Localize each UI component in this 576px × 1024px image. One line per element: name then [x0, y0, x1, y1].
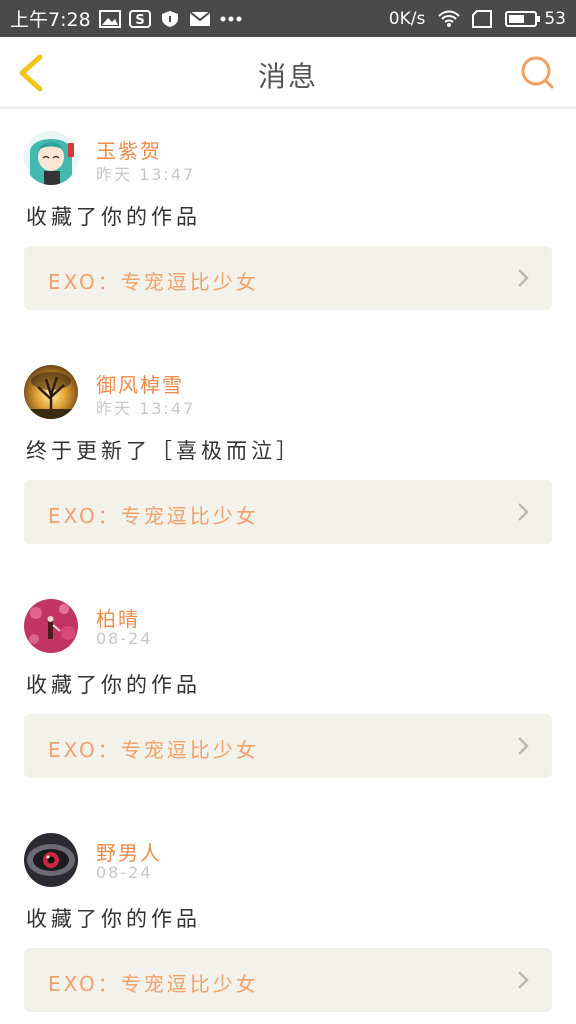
- work-link[interactable]: EXO：专宠逗比少女: [24, 246, 552, 310]
- work-link[interactable]: EXO：专宠逗比少女: [24, 480, 552, 544]
- anime-girl-avatar-icon: [24, 131, 78, 185]
- timestamp: 昨天 13:47: [96, 165, 196, 184]
- timestamp: 08-24: [96, 863, 153, 882]
- svg-text:S: S: [135, 13, 144, 28]
- message-text: 收藏了你的作品: [26, 907, 201, 931]
- wifi-icon: [437, 10, 461, 28]
- chevron-right-icon: [518, 971, 529, 989]
- battery-level: 53: [544, 8, 566, 29]
- pink-bokeh-avatar-icon: [24, 599, 78, 653]
- page-title: 消息: [257, 60, 318, 93]
- message-text: 收藏了你的作品: [26, 673, 201, 697]
- work-title: EXO：专宠逗比少女: [48, 972, 259, 996]
- sunset-tree-avatar-icon: [24, 365, 78, 419]
- chevron-right-icon: [518, 269, 529, 287]
- search-icon: [521, 56, 554, 89]
- avatar[interactable]: [24, 833, 78, 887]
- notification-card: 御风棹雪 昨天 13:47 终于更新了［喜极而泣］ EXO：专宠逗比少女: [0, 343, 576, 577]
- status-bar-left: 上午7:28 S: [10, 0, 242, 37]
- notification-card: 野男人 08-24 收藏了你的作品 EXO：专宠逗比少女: [0, 811, 576, 1024]
- message-text: 收藏了你的作品: [26, 205, 201, 229]
- status-time: 上午7:28: [10, 9, 91, 31]
- status-bar: 上午7:28 S 0K/s 53: [0, 0, 576, 37]
- image-icon: [98, 9, 121, 28]
- network-speed: 0K/s: [388, 8, 426, 29]
- avatar[interactable]: [24, 365, 78, 419]
- message-text: 终于更新了［喜极而泣］: [26, 439, 301, 463]
- chevron-right-icon: [518, 737, 529, 755]
- avatar[interactable]: [24, 131, 78, 185]
- mail-icon: [189, 10, 211, 28]
- work-link[interactable]: EXO：专宠逗比少女: [24, 948, 552, 1012]
- search-button[interactable]: [518, 53, 558, 93]
- dark-eye-avatar-icon: [24, 833, 78, 887]
- timestamp: 08-24: [96, 629, 153, 648]
- sim-icon: [471, 9, 493, 28]
- timestamp: 昨天 13:47: [96, 399, 196, 418]
- username[interactable]: 野男人: [96, 837, 162, 866]
- notification-card: 玉紫贺 昨天 13:47 收藏了你的作品 EXO：专宠逗比少女: [0, 109, 576, 343]
- work-link[interactable]: EXO：专宠逗比少女: [24, 714, 552, 778]
- avatar[interactable]: [24, 599, 78, 653]
- app-header: 消息: [0, 37, 576, 108]
- status-bar-right: 0K/s 53: [389, 0, 566, 37]
- work-title: EXO：专宠逗比少女: [48, 504, 259, 528]
- more-dots-icon: [219, 10, 242, 28]
- username[interactable]: 御风棹雪: [96, 369, 184, 398]
- shield-icon: [159, 10, 181, 28]
- work-title: EXO：专宠逗比少女: [48, 738, 259, 762]
- work-title: EXO：专宠逗比少女: [48, 270, 259, 294]
- notification-card: 柏晴 08-24 收藏了你的作品 EXO：专宠逗比少女: [0, 577, 576, 811]
- battery-icon: [505, 10, 541, 28]
- chevron-right-icon: [518, 503, 529, 521]
- s-app-icon: S: [128, 9, 151, 28]
- username[interactable]: 玉紫贺: [96, 135, 162, 164]
- username[interactable]: 柏晴: [96, 603, 140, 632]
- battery-indicator: 53: [505, 9, 566, 29]
